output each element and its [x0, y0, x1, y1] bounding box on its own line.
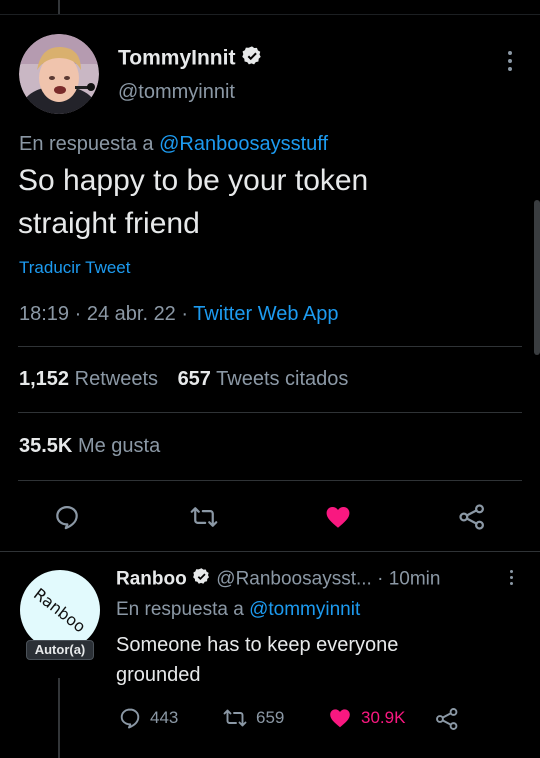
- reply-author-handle[interactable]: @Ranboosaysst...: [216, 569, 372, 590]
- tweet-author-handle[interactable]: @tommyinnit: [118, 81, 235, 104]
- retweet-icon: [223, 709, 247, 727]
- quotes-count: 657: [177, 368, 211, 390]
- author-badge: Autor(a): [26, 640, 94, 660]
- reply-comment-action[interactable]: 443: [118, 706, 178, 730]
- reply-author-name[interactable]: Ranboo: [116, 569, 187, 590]
- tweet-source[interactable]: Twitter Web App: [193, 303, 338, 325]
- reply-to-link[interactable]: @tommyinnit: [249, 599, 360, 620]
- more-icon[interactable]: [508, 51, 512, 71]
- reply-text-line1: Someone has to keep everyone: [116, 634, 399, 656]
- quotes-stat[interactable]: 657 Tweets citados: [178, 368, 349, 390]
- reply-header: Ranboo @Ranboosaysst... · 10min: [116, 567, 440, 592]
- verified-icon: [192, 567, 211, 592]
- tweet-text-line2: straight friend: [18, 207, 200, 240]
- share-icon: [436, 708, 458, 730]
- tweet-time[interactable]: 18:19: [19, 303, 69, 325]
- reply-context: En respuesta a @tommyinnit: [116, 599, 360, 621]
- tweet-author-name-row[interactable]: TommyInnit: [118, 45, 263, 73]
- likes-label: Me gusta: [77, 435, 161, 457]
- top-divider: [0, 14, 540, 15]
- retweet-button[interactable]: [188, 502, 220, 532]
- like-count: 30.9K: [361, 708, 406, 727]
- thread-line-bottom: [58, 678, 60, 758]
- reply-prefix: En respuesta a: [19, 133, 160, 155]
- reply-text-line2: grounded: [116, 664, 201, 686]
- reply-context: En respuesta a @Ranboosaysstuff: [19, 133, 328, 156]
- retweets-stat[interactable]: 1,152 Retweets: [19, 368, 158, 390]
- likes-stat[interactable]: 35.5K Me gusta: [19, 435, 160, 458]
- like-icon: [326, 506, 350, 528]
- reply-time[interactable]: · 10min: [377, 569, 440, 590]
- thread-line-top: [58, 0, 60, 14]
- engagement-stats: 1,152 Retweets 657 Tweets citados: [19, 368, 348, 391]
- reply-retweet-action[interactable]: 659: [222, 706, 284, 730]
- retweet-count: 659: [256, 708, 285, 727]
- divider: [18, 480, 522, 481]
- share-icon: [459, 504, 485, 530]
- divider: [18, 346, 522, 347]
- retweets-count: 1,152: [19, 368, 70, 390]
- reply-to-link[interactable]: @Ranboosaysstuff: [159, 133, 328, 155]
- reply-button[interactable]: [52, 502, 82, 532]
- like-button[interactable]: [323, 502, 353, 532]
- reply-count: 443: [150, 708, 179, 727]
- reply-prefix: En respuesta a: [116, 599, 250, 620]
- retweets-label: Retweets: [74, 368, 158, 390]
- translate-tweet-link[interactable]: Traducir Tweet: [19, 258, 131, 278]
- tweet-text-line1: So happy to be your token: [18, 164, 369, 197]
- reply-like-action[interactable]: 30.9K: [327, 706, 405, 730]
- retweet-icon: [190, 507, 218, 527]
- meta-separator: ·: [175, 303, 194, 325]
- tweet-meta: 18:19 · 24 abr. 22 · Twitter Web App: [19, 303, 339, 326]
- reply-icon: [56, 505, 78, 530]
- ranboo-avatar[interactable]: Ranboo: [20, 570, 100, 650]
- more-icon[interactable]: [510, 570, 513, 585]
- share-button[interactable]: [457, 502, 487, 532]
- likes-count: 35.5K: [19, 435, 73, 457]
- tweet-author-name[interactable]: TommyInnit: [118, 47, 235, 70]
- reply-share-action[interactable]: [434, 706, 460, 732]
- reply-icon: [120, 708, 140, 729]
- ranboo-avatar-text: Ranboo: [30, 584, 89, 636]
- tommyinnit-avatar[interactable]: [19, 34, 99, 114]
- divider: [18, 412, 522, 413]
- meta-separator: ·: [69, 303, 87, 325]
- divider: [0, 551, 540, 552]
- tweet-date[interactable]: 24 abr. 22: [87, 303, 176, 325]
- like-icon: [330, 709, 350, 728]
- verified-icon: [241, 45, 263, 73]
- quotes-label: Tweets citados: [216, 368, 349, 390]
- scrollbar[interactable]: [534, 200, 540, 355]
